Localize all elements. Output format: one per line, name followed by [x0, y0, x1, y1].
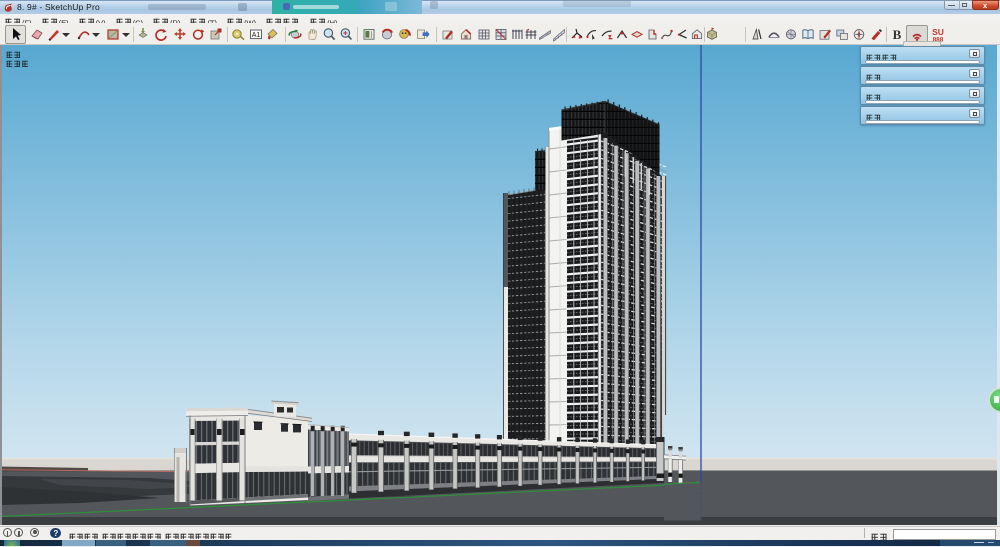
svg-text:SU: SU: [932, 27, 944, 37]
svg-text:B: B: [893, 27, 902, 42]
svg-text:A1: A1: [252, 32, 261, 39]
